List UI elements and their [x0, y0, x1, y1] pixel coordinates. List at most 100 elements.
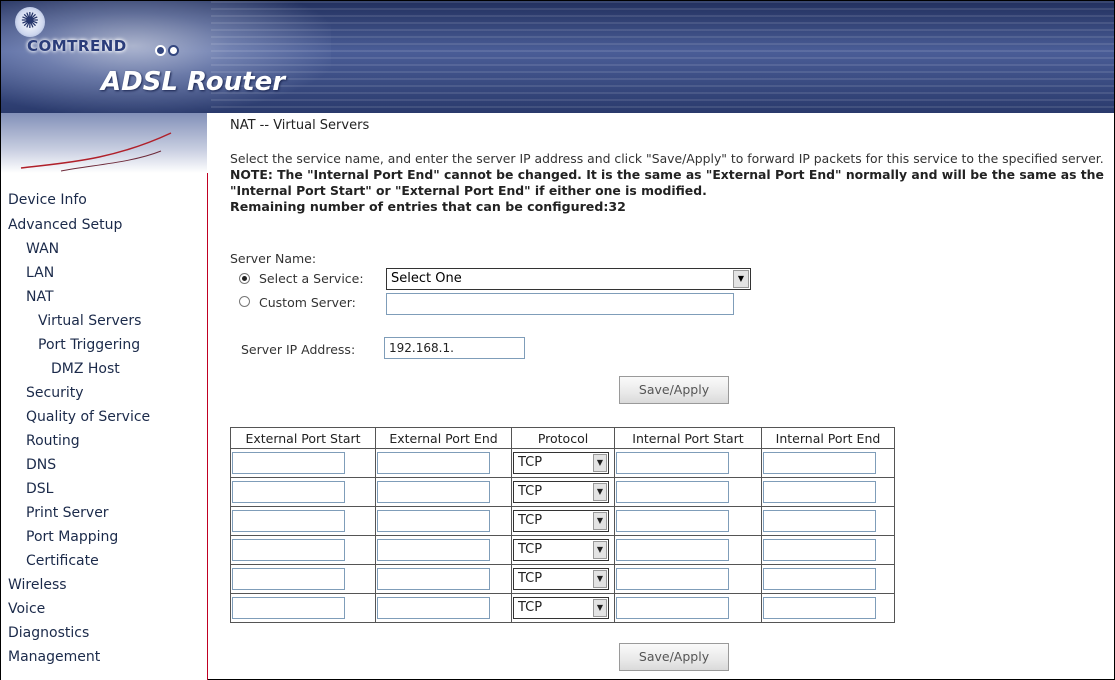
sidebar-item-advanced-setup[interactable]: Advanced Setup [8, 217, 122, 233]
protocol-value: TCP [518, 513, 543, 528]
select-service-radio[interactable] [239, 273, 250, 284]
external-port-start-input[interactable] [232, 539, 345, 561]
protocol-value: TCP [518, 571, 543, 586]
internal-port-start-input[interactable] [616, 481, 729, 503]
server-ip-label: Server IP Address: [241, 342, 356, 357]
protocol-value: TCP [518, 600, 543, 615]
internal-port-end-input[interactable] [763, 481, 876, 503]
external-port-start-input[interactable] [232, 452, 345, 474]
sidebar-item-management[interactable]: Management [8, 649, 100, 665]
sidebar-item-port-triggering[interactable]: Port Triggering [38, 337, 140, 353]
protocol-select[interactable]: TCP ▼ [513, 539, 609, 561]
chevron-down-icon: ▼ [733, 270, 749, 288]
external-port-end-input[interactable] [377, 452, 490, 474]
chevron-down-icon: ▼ [593, 512, 607, 530]
brand-name: COMTREND [27, 37, 127, 55]
table-header-row: External Port Start External Port End Pr… [230, 427, 895, 449]
external-port-end-input[interactable] [377, 568, 490, 590]
sidebar-item-lan[interactable]: LAN [26, 265, 54, 281]
chevron-down-icon: ▼ [593, 599, 607, 617]
sidebar-item-nat[interactable]: NAT [26, 289, 54, 305]
sidebar-item-port-mapping[interactable]: Port Mapping [26, 529, 118, 545]
sidebar-item-dns[interactable]: DNS [26, 457, 56, 473]
internal-port-end-input[interactable] [763, 452, 876, 474]
service-select-value: Select One [391, 271, 462, 286]
table-row: TCP ▼ [230, 506, 895, 536]
service-select[interactable]: Select One ▼ [386, 268, 751, 290]
internal-port-end-input[interactable] [763, 597, 876, 619]
protocol-select[interactable]: TCP ▼ [513, 568, 609, 590]
sidebar-item-wan[interactable]: WAN [26, 241, 59, 257]
chevron-down-icon: ▼ [593, 483, 607, 501]
sidebar-nav: Device Info Advanced Setup WAN LAN NAT V… [1, 173, 208, 680]
external-port-start-input[interactable] [232, 481, 345, 503]
save-apply-button-top[interactable]: Save/Apply [619, 376, 729, 404]
banner-stripes [211, 1, 1114, 113]
external-port-start-input[interactable] [232, 568, 345, 590]
protocol-value: TCP [518, 455, 543, 470]
brand-dots-icon [155, 41, 181, 60]
protocol-select[interactable]: TCP ▼ [513, 597, 609, 619]
external-port-end-input[interactable] [377, 510, 490, 532]
server-name-label: Server Name: [230, 251, 317, 266]
chevron-down-icon: ▼ [593, 454, 607, 472]
sidebar-item-certificate[interactable]: Certificate [26, 553, 99, 569]
table-row: TCP ▼ [230, 535, 895, 565]
sidebar-item-virtual-servers[interactable]: Virtual Servers [38, 313, 141, 329]
save-apply-button-bottom[interactable]: Save/Apply [619, 643, 729, 671]
external-port-start-input[interactable] [232, 597, 345, 619]
sidebar-item-quality-of-service[interactable]: Quality of Service [26, 409, 150, 425]
sidebar-item-dsl[interactable]: DSL [26, 481, 53, 497]
col-internal-port-end: Internal Port End [761, 427, 895, 449]
internal-port-start-input[interactable] [616, 452, 729, 474]
description-note: NOTE: The "Internal Port End" cannot be … [230, 167, 1104, 198]
remaining-entries: Remaining number of entries that can be … [230, 199, 626, 214]
chevron-down-icon: ▼ [593, 541, 607, 559]
external-port-end-input[interactable] [377, 481, 490, 503]
table-row: TCP ▼ [230, 564, 895, 594]
sidebar-item-voice[interactable]: Voice [8, 601, 45, 617]
col-external-port-end: External Port End [375, 427, 512, 449]
sidebar-item-wireless[interactable]: Wireless [8, 577, 67, 593]
sidebar-item-print-server[interactable]: Print Server [26, 505, 109, 521]
page-description: Select the service name, and enter the s… [230, 151, 1110, 199]
internal-port-start-input[interactable] [616, 510, 729, 532]
protocol-select[interactable]: TCP ▼ [513, 481, 609, 503]
table-row: TCP ▼ [230, 448, 895, 478]
col-internal-port-start: Internal Port Start [614, 427, 762, 449]
sidebar-item-routing[interactable]: Routing [26, 433, 80, 449]
select-service-label: Select a Service: [259, 271, 364, 286]
internal-port-start-input[interactable] [616, 597, 729, 619]
sidebar-item-security[interactable]: Security [26, 385, 84, 401]
protocol-value: TCP [518, 542, 543, 557]
server-ip-input[interactable]: 192.168.1. [384, 337, 525, 359]
table-row: TCP ▼ [230, 593, 895, 623]
header-banner: ✺ COMTREND ADSL Router [1, 1, 1114, 113]
table-row: TCP ▼ [230, 477, 895, 507]
protocol-value: TCP [518, 484, 543, 499]
internal-port-start-input[interactable] [616, 568, 729, 590]
sidebar-item-dmz-host[interactable]: DMZ Host [51, 361, 120, 377]
sidebar-item-device-info[interactable]: Device Info [8, 192, 87, 208]
internal-port-end-input[interactable] [763, 539, 876, 561]
col-protocol: Protocol [511, 427, 615, 449]
external-port-start-input[interactable] [232, 510, 345, 532]
custom-server-radio[interactable] [239, 296, 250, 307]
sidebar-item-diagnostics[interactable]: Diagnostics [8, 625, 89, 641]
page-title: NAT -- Virtual Servers [230, 118, 370, 133]
internal-port-start-input[interactable] [616, 539, 729, 561]
protocol-select[interactable]: TCP ▼ [513, 510, 609, 532]
internal-port-end-input[interactable] [763, 510, 876, 532]
external-port-end-input[interactable] [377, 539, 490, 561]
product-title: ADSL Router [101, 67, 286, 97]
description-text: Select the service name, and enter the s… [230, 151, 1104, 166]
custom-server-label: Custom Server: [259, 295, 356, 310]
port-forwarding-table: External Port Start External Port End Pr… [230, 427, 895, 623]
custom-server-input[interactable] [386, 293, 734, 315]
chevron-down-icon: ▼ [593, 570, 607, 588]
comtrend-logo-icon: ✺ [15, 7, 45, 37]
col-external-port-start: External Port Start [230, 427, 376, 449]
protocol-select[interactable]: TCP ▼ [513, 452, 609, 474]
external-port-end-input[interactable] [377, 597, 490, 619]
internal-port-end-input[interactable] [763, 568, 876, 590]
